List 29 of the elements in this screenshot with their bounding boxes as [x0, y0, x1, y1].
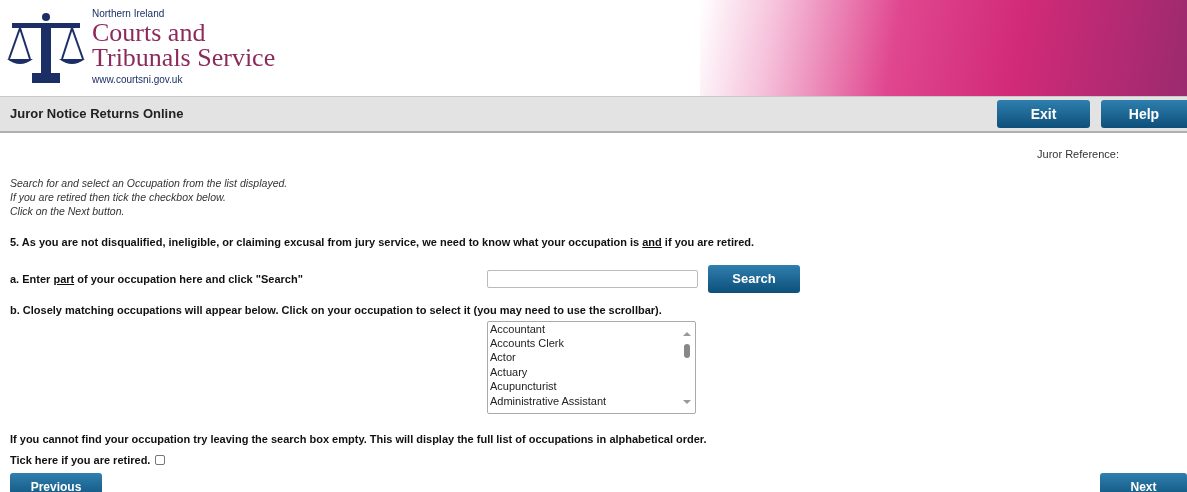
occupation-option[interactable]: Actuary	[489, 364, 679, 380]
search-label: a. Enter part of your occupation here and click "Search"	[10, 271, 304, 287]
occupation-option[interactable]: Actor	[489, 350, 679, 365]
page-title: Juror Notice Returns Online	[10, 105, 184, 124]
search-button[interactable]: Search	[708, 265, 800, 293]
juror-reference-label: Juror Reference:	[1037, 147, 1119, 162]
instruction-text: If you are retired then tick the checkbox below.	[10, 189, 227, 204]
next-button[interactable]: Next	[1100, 472, 1187, 492]
occupation-option[interactable]: Acupuncturist	[489, 379, 679, 394]
logo-title: Courts and	[92, 20, 207, 45]
exit-button[interactable]: Exit	[997, 100, 1090, 128]
occupation-listbox[interactable]: Accountant Accounts Clerk Actor Actuary Acupuncturist Administrative Assistant	[487, 320, 696, 414]
retired-checkbox[interactable]	[155, 455, 166, 466]
logo-title: Tribunals Service	[92, 45, 276, 70]
retired-label: Tick here if you are retired.	[10, 453, 151, 468]
instruction-text: Click on the Next button.	[10, 203, 126, 218]
help-button[interactable]: Help	[1101, 100, 1187, 128]
logo-url: www.courtsni.gov.uk	[92, 74, 184, 86]
logo-region-text: Northern Ireland	[92, 8, 166, 20]
previous-button[interactable]: Previous	[10, 472, 102, 492]
occupation-option[interactable]: Accounts Clerk	[489, 335, 679, 351]
search-field[interactable]	[487, 270, 698, 288]
hint-text: If you cannot find your occupation try leaving the search box empty. This will display the full list of occupations in alphabetical order.	[10, 431, 708, 447]
occupation-option[interactable]: Accountant	[489, 321, 679, 336]
scales-of-justice-icon	[6, 11, 86, 85]
occupation-option[interactable]: Administrative Assistant	[489, 393, 679, 408]
list-label: b. Closely matching occupations will appear below. Click on your occupation to select it (you may need to use the scrollbar).	[10, 303, 663, 318]
instruction-text: Search for and select an Occupation from the list displayed.	[10, 175, 289, 190]
question-text: 5. As you are not disqualified, ineligible, or claiming excusal from jury service, we need to know what your occupation is and if you are retired.	[10, 234, 756, 250]
